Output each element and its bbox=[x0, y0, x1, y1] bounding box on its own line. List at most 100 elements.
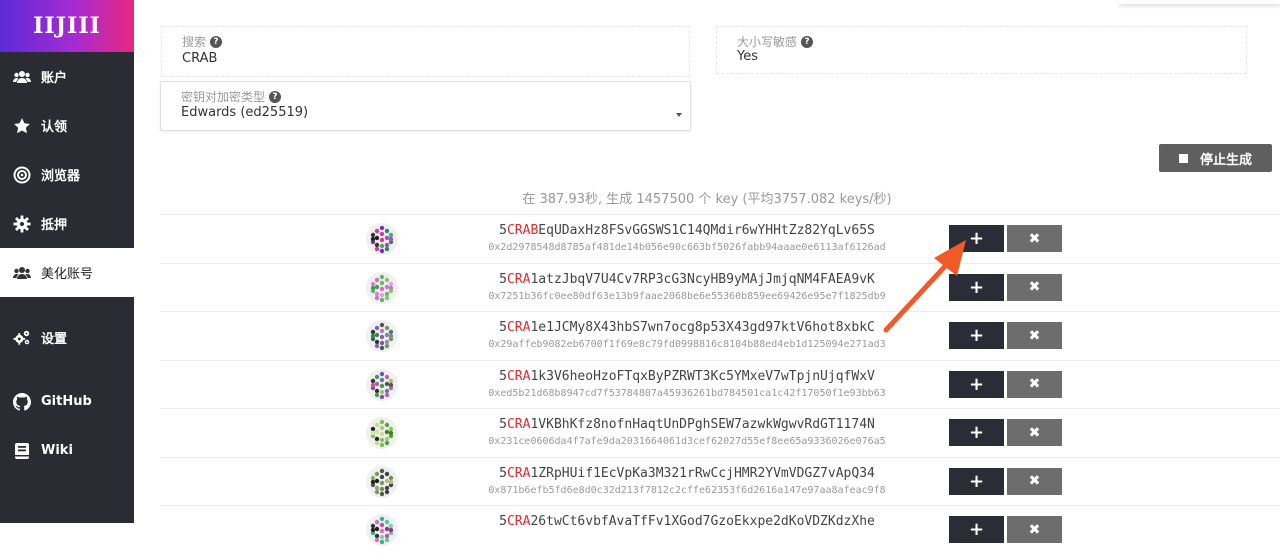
identicon-avatar bbox=[366, 223, 398, 255]
sidebar-item-vanity[interactable]: 美化账号 bbox=[0, 248, 134, 297]
address-rest: 1atzJbqV7U4Cv7RP3cG3NcyHB9yMAjJmjqNM4FAE… bbox=[530, 271, 875, 287]
sidebar-item-label: 美化账号 bbox=[41, 267, 94, 282]
sidebar-item-claim[interactable]: 认领 bbox=[0, 101, 134, 150]
vanity-address: 5CRA1ZRpHUif1EcVpKa3M321rRwCcjHMR2YVmVDG… bbox=[437, 466, 937, 484]
help-icon[interactable]: ? bbox=[210, 35, 223, 48]
stop-icon bbox=[1178, 153, 1188, 163]
address-match: CRA bbox=[506, 368, 531, 384]
address-match: CRA bbox=[506, 417, 531, 432]
address-prefix: 5 bbox=[499, 514, 507, 529]
address-match: CRA bbox=[506, 271, 531, 287]
remove-result-button[interactable]: ✖ bbox=[1007, 225, 1062, 252]
public-key: 0x871b6efb5fd6e8d0c32d213f7812c2cffe6235… bbox=[488, 484, 886, 496]
result-row: 5CRA1ZRpHUif1EcVpKa3M321rRwCcjHMR2YVmVDG… bbox=[160, 456, 1280, 506]
users-icon bbox=[13, 68, 31, 86]
users-icon bbox=[13, 264, 31, 282]
case-sensitive-value[interactable]: Yes bbox=[737, 49, 758, 64]
key-type-value: Edwards (ed25519) bbox=[181, 105, 309, 120]
identicon-avatar bbox=[366, 320, 398, 352]
result-row: 5CRA1atzJbqV7U4Cv7RP3cG3NcyHB9yMAjJmjqNM… bbox=[160, 262, 1280, 312]
vanity-address: 5CRA1k3V6heoHzoFTqxByPZRWT3Kc5YMxeV7wTpj… bbox=[437, 369, 937, 387]
address-prefix: 5 bbox=[499, 223, 507, 238]
sidebar-item-label: 账户 bbox=[41, 71, 68, 86]
github-icon bbox=[13, 392, 31, 411]
help-icon[interactable]: ? bbox=[801, 35, 814, 48]
public-key: 0xed5b21d68b8947cd7f53784807a45936261bd7… bbox=[488, 387, 886, 399]
public-key: 0x7251b36fc0ee80df63e13b9faae2068be6e553… bbox=[488, 290, 886, 302]
key-type-label: 密钥对加密类型 ? bbox=[181, 88, 282, 105]
address-rest: EqUDaxHz8FSvGGSWS1C14QMdir6wYHHtZz82YqLv… bbox=[538, 223, 875, 238]
app-logo[interactable]: IIJIII bbox=[0, 0, 134, 52]
address-prefix: 5 bbox=[499, 320, 507, 335]
search-field[interactable]: 搜索 ? CRAB bbox=[161, 26, 690, 77]
book-icon bbox=[13, 442, 31, 460]
remove-result-button[interactable]: ✖ bbox=[1007, 322, 1062, 349]
case-sensitive-label: 大小写敏感 ? bbox=[737, 33, 814, 50]
address-rest: 1k3V6heoHzoFTqxByPZRWT3Kc5YMxeV7wTpjnUjq… bbox=[530, 368, 875, 384]
add-account-button[interactable]: + bbox=[949, 467, 1004, 495]
result-row: 5CRA1VKBhKfz8nofnHaqtUnDPghSEW7azwkWgwvR… bbox=[160, 408, 1280, 457]
sidebar: IIJIII 账户 认领 浏览器 抵押 美化账号 设置 GitHub Wiki bbox=[0, 0, 134, 523]
address-match: CRA bbox=[506, 514, 531, 529]
add-account-button[interactable]: + bbox=[949, 322, 1004, 349]
sidebar-item-label: 认领 bbox=[41, 120, 68, 135]
add-account-button[interactable]: + bbox=[949, 516, 1004, 543]
stop-button-label: 停止生成 bbox=[1199, 152, 1252, 168]
remove-result-button[interactable]: ✖ bbox=[1007, 273, 1062, 301]
address-rest: 1e1JCMy8X43hbS7wn7ocg8p53X43gd97ktV6hot8… bbox=[530, 320, 875, 335]
generation-stats: 在 387.93秒, 生成 1457500 个 key (平均3757.082 … bbox=[522, 192, 892, 207]
identicon-avatar bbox=[366, 417, 398, 449]
result-row: 5CRA1k3V6heoHzoFTqxByPZRWT3Kc5YMxeV7wTpj… bbox=[160, 359, 1280, 409]
sidebar-item-settings[interactable]: 设置 bbox=[0, 313, 134, 362]
address-rest: 1ZRpHUif1EcVpKa3M321rRwCcjHMR2YVmVDGZ7vA… bbox=[530, 465, 875, 481]
address-prefix: 5 bbox=[499, 417, 507, 432]
result-row: 5CRA26twCt6vbfAvaTfFv1XGod7GzoEkxpe2dKoV… bbox=[160, 505, 1280, 554]
public-key: 0x29affeb9082eb6700f1f69e8c79fd0998816c8… bbox=[488, 339, 886, 350]
key-type-select[interactable]: 密钥对加密类型 ? Edwards (ed25519) bbox=[160, 81, 691, 131]
address-rest: 26twCt6vbfAvaTfFv1XGod7GzoEkxpe2dKoVDZKd… bbox=[530, 514, 875, 529]
sidebar-item-wiki[interactable]: Wiki bbox=[0, 426, 134, 475]
remove-result-button[interactable]: ✖ bbox=[1007, 516, 1062, 543]
star-icon bbox=[13, 117, 31, 135]
sidebar-item-accounts[interactable]: 账户 bbox=[0, 52, 134, 101]
target-icon bbox=[13, 166, 31, 184]
sidebar-item-label: 抵押 bbox=[41, 218, 68, 233]
remove-result-button[interactable]: ✖ bbox=[1007, 419, 1062, 446]
key-type-label-text: 密钥对加密类型 bbox=[181, 90, 266, 104]
vanity-address: 5CRA26twCt6vbfAvaTfFv1XGod7GzoEkxpe2dKoV… bbox=[437, 514, 937, 532]
search-input[interactable]: CRAB bbox=[182, 51, 217, 66]
stop-generation-button[interactable]: 停止生成 bbox=[1159, 144, 1272, 172]
case-sensitive-label-text: 大小写敏感 bbox=[737, 35, 798, 49]
address-prefix: 5 bbox=[499, 368, 507, 384]
vanity-address: 5CRA1e1JCMy8X43hbS7wn7ocg8p53X43gd97ktV6… bbox=[437, 320, 937, 338]
sidebar-item-label: 浏览器 bbox=[41, 169, 81, 184]
gear-icon bbox=[13, 215, 31, 233]
sidebar-item-staking[interactable]: 抵押 bbox=[0, 199, 134, 248]
result-row: 5CRABEqUDaxHz8FSvGGSWS1C14QMdir6wYHHtZz8… bbox=[160, 214, 1280, 263]
sidebar-item-label: 设置 bbox=[41, 332, 68, 347]
add-account-button[interactable]: + bbox=[949, 419, 1004, 446]
search-label-text: 搜索 bbox=[182, 35, 207, 49]
vanity-address: 5CRA1atzJbqV7U4Cv7RP3cG3NcyHB9yMAjJmjqNM… bbox=[437, 272, 937, 290]
dropdown-caret-icon bbox=[676, 113, 682, 117]
add-account-button[interactable]: + bbox=[949, 225, 1004, 252]
cogs-icon bbox=[13, 329, 31, 347]
help-icon[interactable]: ? bbox=[269, 90, 282, 103]
sidebar-item-github[interactable]: GitHub bbox=[0, 377, 134, 426]
add-account-button[interactable]: + bbox=[949, 370, 1004, 398]
address-match: CRA bbox=[506, 320, 531, 335]
remove-result-button[interactable]: ✖ bbox=[1007, 370, 1062, 398]
main-content: 搜索 ? CRAB 大小写敏感 ? Yes 密钥对加密类型 ? Edwards … bbox=[134, 0, 1280, 546]
key-type-inner: 密钥对加密类型 ? Edwards (ed25519) bbox=[161, 82, 690, 130]
add-account-button[interactable]: + bbox=[949, 273, 1004, 301]
sidebar-item-explorer[interactable]: 浏览器 bbox=[0, 150, 134, 199]
identicon-avatar bbox=[366, 271, 398, 304]
vanity-address: 5CRA1VKBhKfz8nofnHaqtUnDPghSEW7azwkWgwvR… bbox=[437, 417, 937, 435]
public-key: 0x231ce0606da4f7afe9da2031664061d3cef620… bbox=[488, 436, 886, 447]
result-row: 5CRA1e1JCMy8X43hbS7wn7ocg8p53X43gd97ktV6… bbox=[160, 311, 1280, 360]
remove-result-button[interactable]: ✖ bbox=[1007, 467, 1062, 495]
sidebar-item-label: GitHub bbox=[41, 394, 92, 409]
vanity-address: 5CRABEqUDaxHz8FSvGGSWS1C14QMdir6wYHHtZz8… bbox=[437, 223, 937, 241]
case-sensitive-field[interactable]: 大小写敏感 ? Yes bbox=[716, 26, 1247, 74]
public-key: 0x2d2978548d8785af481de14b056e90c663bf50… bbox=[488, 242, 886, 253]
